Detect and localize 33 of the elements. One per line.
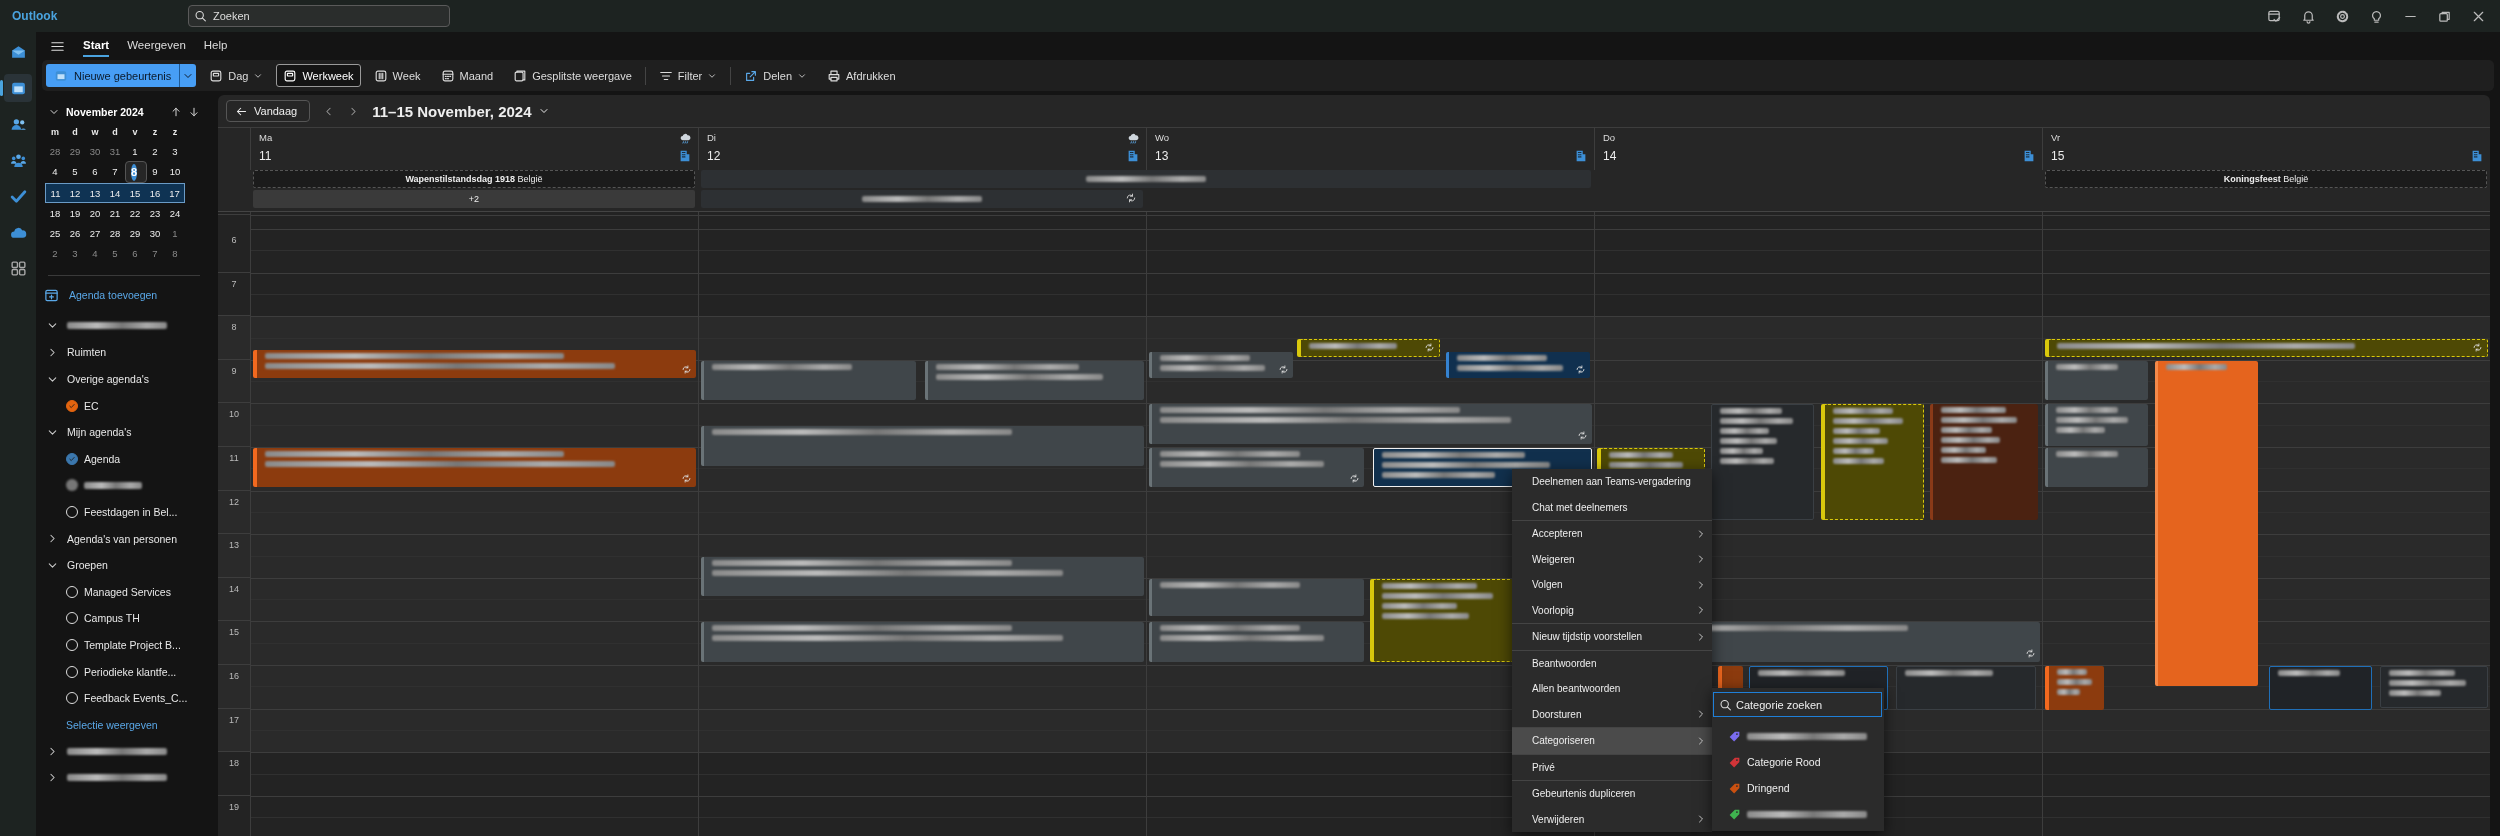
weekday-label: w [91, 127, 99, 137]
weekday-label: v [132, 127, 138, 137]
day-number: 12 [707, 149, 722, 165]
weekday-label: d [72, 127, 78, 137]
month-title: November 2024 [66, 106, 145, 118]
hour-label: 16 [229, 671, 239, 681]
hour-label: 14 [229, 583, 239, 594]
weekday-label: d [112, 127, 118, 137]
hour-label: 12 [229, 496, 239, 507]
hour-label: 15 [229, 627, 239, 638]
weekday-label: z [172, 127, 178, 137]
weekday-label: Do [1603, 132, 1617, 145]
hour-label: 11 [229, 453, 239, 463]
day-number: 14 [1603, 149, 1618, 165]
hour-label: 19 [229, 801, 239, 812]
weekday-label: Di [707, 132, 717, 145]
hour-label: 13 [229, 540, 239, 551]
weekday-label: z [152, 127, 158, 137]
day-number: 13 [1155, 149, 1170, 165]
hour-label: 6 [231, 235, 237, 245]
weekday-label: m [51, 127, 59, 137]
hour-label: 7 [231, 278, 237, 289]
day-number: 15 [2051, 149, 2066, 165]
day-number: 11 [259, 149, 273, 165]
weekday-label: Ma [259, 132, 274, 145]
hour-label: 9 [231, 365, 237, 376]
weekday-label: Wo [1155, 132, 1171, 145]
hour-label: 18 [229, 758, 239, 769]
hour-label: 17 [229, 714, 239, 725]
weekday-label: Vr [2051, 132, 2062, 145]
hour-label: 8 [231, 322, 237, 333]
app-name: Outlook [12, 9, 58, 23]
hour-label: 10 [229, 409, 239, 420]
